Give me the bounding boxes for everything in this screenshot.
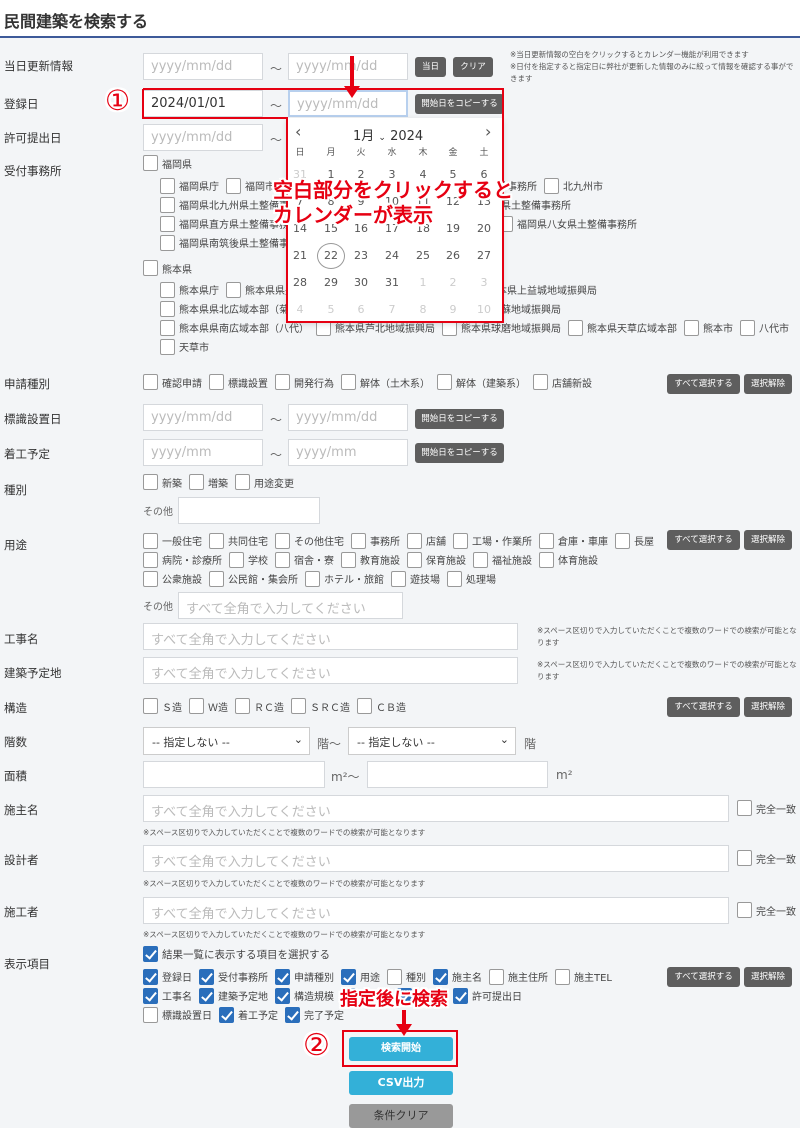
- annotation-overlay: [142, 56, 504, 1067]
- step-1-marker: ①: [105, 84, 131, 117]
- annotation-box-search: [342, 1030, 458, 1067]
- step-2-marker: ②: [303, 1028, 330, 1063]
- arrow-down-icon: [344, 86, 360, 98]
- search-hint: 指定後に検索: [340, 989, 448, 1010]
- calendar-hint-line2: カレンダーが表示: [273, 203, 433, 227]
